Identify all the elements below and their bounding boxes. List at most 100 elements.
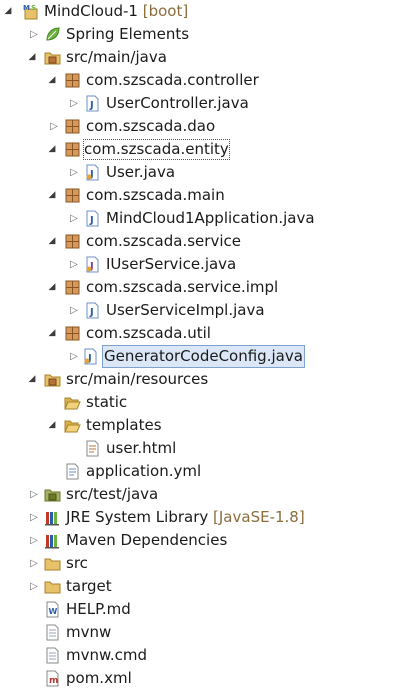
tree-label[interactable]: com.szscada.service.impl bbox=[84, 276, 280, 299]
package-icon bbox=[64, 72, 81, 89]
tree-row-file-mindcloud1application[interactable]: ▷ J MindCloud1Application.java bbox=[0, 207, 410, 230]
svg-text:J: J bbox=[89, 215, 94, 226]
tree-label[interactable]: com.szscada.controller bbox=[84, 69, 261, 92]
expand-arrow-icon[interactable]: ▷ bbox=[28, 483, 40, 506]
tree-row-file-user-html[interactable]: user.html bbox=[0, 437, 410, 460]
tree-label[interactable]: src/main/java bbox=[64, 46, 169, 69]
spring-project-icon: M S bbox=[22, 3, 39, 20]
library-icon bbox=[44, 532, 61, 549]
tree-row-file-iuserservice[interactable]: ▷ J IUserService.java bbox=[0, 253, 410, 276]
package-icon bbox=[64, 325, 81, 342]
tree-label[interactable]: pom.xml bbox=[64, 667, 134, 690]
tree-label[interactable]: com.szscada.service bbox=[84, 230, 243, 253]
svg-text:J: J bbox=[89, 307, 94, 318]
tree-row-src-main-resources[interactable]: ◢ src/main/resources bbox=[0, 368, 410, 391]
tree-label[interactable]: com.szscada.util bbox=[84, 322, 213, 345]
tree-label[interactable]: static bbox=[84, 391, 129, 414]
package-icon bbox=[64, 141, 81, 158]
tree-label[interactable]: UserServiceImpl.java bbox=[104, 299, 267, 322]
tree-label[interactable]: templates bbox=[84, 414, 164, 437]
tree-label[interactable]: MindCloud1Application.java bbox=[104, 207, 317, 230]
tree-row-src-test-java[interactable]: ▷ src/test/java bbox=[0, 483, 410, 506]
tree-row-file-user[interactable]: ▷ J User.java bbox=[0, 161, 410, 184]
expand-arrow-icon[interactable]: ▷ bbox=[28, 575, 40, 598]
tree-row-package-service[interactable]: ◢ com.szscada.service bbox=[0, 230, 410, 253]
tree-row-file-mvnw[interactable]: mvnw bbox=[0, 621, 410, 644]
jre-library-label[interactable]: JRE System Library [JavaSE-1.8] bbox=[64, 506, 307, 529]
package-icon bbox=[64, 279, 81, 296]
tree-row-file-mvnw-cmd[interactable]: mvnw.cmd bbox=[0, 644, 410, 667]
tree-label[interactable]: application.yml bbox=[84, 460, 203, 483]
project-name[interactable]: MindCloud-1 [boot] bbox=[42, 0, 190, 23]
maven-pom-icon: m bbox=[44, 670, 61, 687]
svg-text:M: M bbox=[23, 4, 30, 12]
collapse-arrow-icon[interactable]: ◢ bbox=[46, 138, 58, 161]
spring-leaf-icon bbox=[44, 26, 61, 43]
tree-row-project[interactable]: ◢ M S MindCloud-1 [boot] bbox=[0, 0, 410, 23]
tree-label-selected[interactable]: GeneratorCodeConfig.java bbox=[102, 345, 305, 368]
tree-label[interactable]: user.html bbox=[104, 437, 178, 460]
tree-label[interactable]: src bbox=[64, 552, 90, 575]
tree-row-folder-templates[interactable]: ◢ templates bbox=[0, 414, 410, 437]
tree-row-maven-dependencies[interactable]: ▷ Maven Dependencies bbox=[0, 529, 410, 552]
expand-arrow-icon[interactable]: ▷ bbox=[68, 253, 80, 276]
collapse-arrow-icon[interactable]: ◢ bbox=[46, 322, 58, 345]
tree-row-package-controller[interactable]: ◢ com.szscada.controller bbox=[0, 69, 410, 92]
tree-label[interactable]: UserController.java bbox=[104, 92, 251, 115]
tree-label[interactable]: com.szscada.main bbox=[84, 184, 227, 207]
tree-row-jre-library[interactable]: ▷ JRE System Library [JavaSE-1.8] bbox=[0, 506, 410, 529]
tree-label[interactable]: target bbox=[64, 575, 114, 598]
collapse-arrow-icon[interactable]: ◢ bbox=[46, 276, 58, 299]
collapse-arrow-icon[interactable]: ◢ bbox=[26, 46, 38, 69]
tree-label[interactable]: com.szscada.entity bbox=[82, 138, 231, 161]
tree-label[interactable]: com.szscada.dao bbox=[84, 115, 217, 138]
svg-text:J: J bbox=[89, 100, 94, 111]
tree-row-package-util[interactable]: ◢ com.szscada.util bbox=[0, 322, 410, 345]
tree-label[interactable]: src/main/resources bbox=[64, 368, 210, 391]
source-folder-icon bbox=[44, 371, 61, 388]
expand-arrow-icon[interactable]: ▷ bbox=[68, 161, 80, 184]
expand-arrow-icon[interactable]: ▷ bbox=[68, 345, 80, 368]
expand-arrow-icon[interactable]: ▷ bbox=[28, 552, 40, 575]
tree-row-file-usercontroller[interactable]: ▷ J UserController.java bbox=[0, 92, 410, 115]
tree-label[interactable]: User.java bbox=[104, 161, 177, 184]
tree-row-file-help-md[interactable]: W HELP.md bbox=[0, 598, 410, 621]
tree-row-package-service-impl[interactable]: ◢ com.szscada.service.impl bbox=[0, 276, 410, 299]
tree-label[interactable]: Spring Elements bbox=[64, 23, 191, 46]
tree-label[interactable]: src/test/java bbox=[64, 483, 160, 506]
tree-row-package-dao[interactable]: ▷ com.szscada.dao bbox=[0, 115, 410, 138]
tree-row-package-main[interactable]: ◢ com.szscada.main bbox=[0, 184, 410, 207]
tree-label[interactable]: Maven Dependencies bbox=[64, 529, 229, 552]
expand-arrow-icon[interactable]: ▷ bbox=[48, 115, 60, 138]
collapse-arrow-icon[interactable]: ◢ bbox=[46, 414, 58, 437]
collapse-arrow-icon[interactable]: ◢ bbox=[2, 0, 14, 23]
expand-arrow-icon[interactable]: ▷ bbox=[28, 506, 40, 529]
package-icon bbox=[64, 233, 81, 250]
open-folder-icon bbox=[64, 417, 81, 434]
tree-label[interactable]: HELP.md bbox=[64, 598, 133, 621]
open-folder-icon bbox=[64, 394, 81, 411]
library-icon bbox=[44, 509, 61, 526]
tree-row-file-pom-xml[interactable]: m pom.xml bbox=[0, 667, 410, 690]
tree-row-file-generatorcodeconfig[interactable]: ▷ J GeneratorCodeConfig.java bbox=[0, 345, 410, 368]
tree-row-src-main-java[interactable]: ◢ src/main/java bbox=[0, 46, 410, 69]
tree-row-file-userserviceimpl[interactable]: ▷ J UserServiceImpl.java bbox=[0, 299, 410, 322]
expand-arrow-icon[interactable]: ▷ bbox=[68, 207, 80, 230]
tree-row-file-application-yml[interactable]: application.yml bbox=[0, 460, 410, 483]
tree-row-package-entity[interactable]: ◢ com.szscada.entity bbox=[0, 138, 410, 161]
collapse-arrow-icon[interactable]: ◢ bbox=[26, 368, 38, 391]
tree-row-spring-elements[interactable]: ▷ Spring Elements bbox=[0, 23, 410, 46]
tree-label[interactable]: mvnw.cmd bbox=[64, 644, 149, 667]
expand-arrow-icon[interactable]: ▷ bbox=[68, 299, 80, 322]
collapse-arrow-icon[interactable]: ◢ bbox=[46, 69, 58, 92]
collapse-arrow-icon[interactable]: ◢ bbox=[46, 230, 58, 253]
expand-arrow-icon[interactable]: ▷ bbox=[68, 92, 80, 115]
expand-arrow-icon[interactable]: ▷ bbox=[28, 23, 40, 46]
expand-arrow-icon[interactable]: ▷ bbox=[28, 529, 40, 552]
tree-label[interactable]: IUserService.java bbox=[104, 253, 238, 276]
tree-row-folder-target[interactable]: ▷ target bbox=[0, 575, 410, 598]
tree-label[interactable]: mvnw bbox=[64, 621, 113, 644]
tree-row-folder-src[interactable]: ▷ src bbox=[0, 552, 410, 575]
tree-row-folder-static[interactable]: static bbox=[0, 391, 410, 414]
collapse-arrow-icon[interactable]: ◢ bbox=[46, 184, 58, 207]
